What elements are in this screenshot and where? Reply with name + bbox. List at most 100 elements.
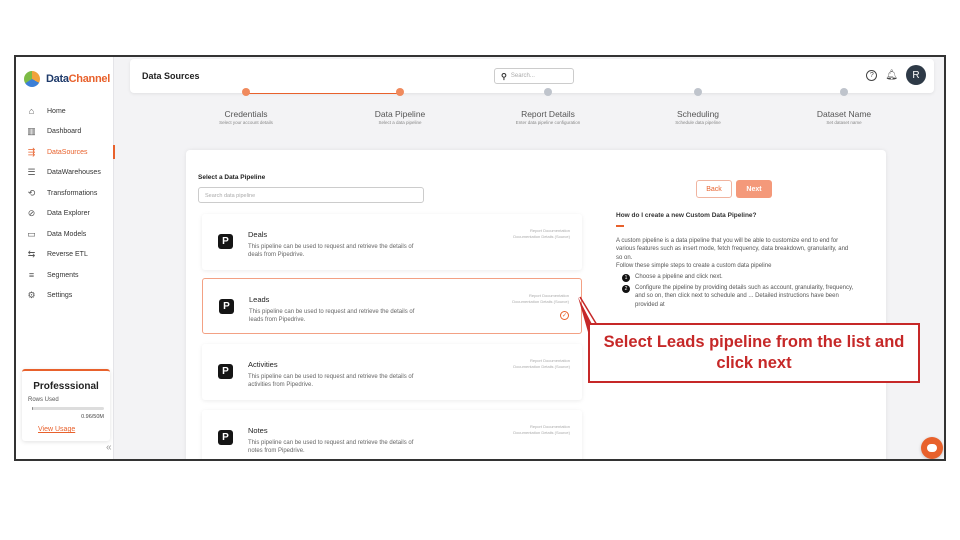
step-indicator [694, 88, 702, 96]
step-text: Configure the pipeline by providing deta… [635, 285, 854, 308]
sidebar-item-segments[interactable]: ≡ Segments [16, 265, 114, 286]
sidebar-item-datasources[interactable]: ⇶ DataSources [16, 142, 115, 163]
collapse-sidebar-icon[interactable]: « [106, 442, 112, 453]
source-documentation-link[interactable]: Documentation Details (Source) [513, 364, 570, 370]
pipeline-selection-card: Select a Data Pipeline Search data pipel… [186, 150, 886, 459]
step-indicator [242, 88, 250, 96]
pipeline-name: Leads [249, 295, 270, 304]
sidebar-item-label: Segments [47, 271, 79, 279]
help-steps: 1 Choose a pipeline and click next. 2 Confi… [616, 273, 856, 309]
pipedrive-logo-icon: P [218, 430, 233, 445]
home-icon: ⌂ [28, 106, 35, 117]
search-input[interactable]: ⚲ Search... [494, 68, 574, 84]
step-indicator [396, 88, 404, 96]
chat-bubble-icon [927, 444, 937, 452]
step-label: Data Pipeline [374, 109, 426, 119]
brand-name: DataChannel [46, 73, 110, 85]
source-documentation-link[interactable]: Documentation Details (Source) [513, 234, 570, 240]
step-label: Credentials [224, 109, 268, 119]
help-body: A custom pipeline is a data pipeline tha… [616, 238, 849, 261]
sidebar-item-transformations[interactable]: ⟲ Transformations [16, 183, 114, 204]
search-icon: ⚲ [501, 71, 507, 81]
step-subtitle: Set dataset name [826, 120, 862, 125]
usage-value: 0.96/50M [81, 414, 104, 420]
instruction-callout: Select Leads pipeline from the list and … [588, 323, 920, 383]
dashboard-icon: ▥ [27, 126, 36, 137]
step-text: Choose a pipeline and click next. [635, 274, 723, 281]
sidebar-item-data-explorer[interactable]: ⊘ Data Explorer [16, 204, 114, 225]
segments-icon: ≡ [28, 270, 35, 281]
transform-icon: ⟲ [27, 187, 36, 198]
models-icon: ▭ [27, 228, 36, 239]
select-pipeline-title: Select a Data Pipeline [198, 174, 266, 181]
datasources-icon: ⇶ [27, 146, 36, 157]
pipeline-card-deals[interactable]: P Deals This pipeline can be used to reque… [202, 214, 582, 270]
pipeline-description: This pipeline can be used to request and… [248, 374, 414, 388]
help-step: 1 Choose a pipeline and click next. [616, 273, 856, 283]
reverse-etl-icon: ⇆ [27, 249, 36, 260]
sidebar-item-data-models[interactable]: ▭ Data Models [16, 224, 114, 245]
sidebar-item-label: DataWarehouses [47, 169, 101, 177]
sidebar-item-dashboard[interactable]: ▥ Dashboard [16, 122, 114, 143]
sidebar-item-label: Reverse ETL [47, 251, 88, 259]
pipeline-description: This pipeline can be used to request and… [249, 309, 415, 323]
settings-icon: ⚙ [27, 290, 36, 301]
help-step: 2 Configure the pipeline by providing det… [616, 284, 856, 309]
plan-card: Professsional Rows Used 0.96/50M View Us… [22, 369, 110, 441]
plan-name: Professsional [33, 381, 99, 392]
usage-bar [32, 407, 104, 410]
notification-bell-icon[interactable]: 🔔︎ [885, 70, 898, 81]
sidebar-item-label: Settings [47, 292, 73, 300]
user-avatar[interactable]: R [906, 65, 926, 85]
step-label: Dataset Name [816, 109, 872, 119]
page-title: Data Sources [142, 71, 200, 81]
source-documentation-link[interactable]: Documentation Details (Source) [512, 299, 569, 305]
source-documentation-link[interactable]: Documentation Details (Source) [513, 430, 570, 436]
pipeline-search-input[interactable]: Search data pipeline [198, 187, 424, 203]
sidebar-item-label: Transformations [47, 189, 98, 197]
back-button[interactable]: Back [696, 180, 732, 198]
pipedrive-logo-icon: P [218, 234, 233, 249]
chat-support-button[interactable] [921, 437, 943, 459]
search-placeholder: Search... [510, 73, 535, 79]
pipeline-docs: Report Documentation Documentation Detail… [512, 293, 569, 305]
pipeline-description: This pipeline can be used to request and… [248, 440, 414, 454]
step-number: 1 [622, 274, 630, 283]
help-panel: How do I create a new Custom Data Pipeli… [616, 212, 856, 309]
usage-bar-fill [32, 407, 34, 410]
sidebar-item-datawarehouses[interactable]: ☰ DataWarehouses [16, 163, 114, 184]
pipeline-name: Notes [248, 426, 268, 435]
sidebar-item-label: DataSources [47, 148, 88, 156]
pipeline-description: This pipeline can be used to request and… [248, 244, 414, 258]
pipeline-name: Activities [248, 360, 278, 369]
help-icon[interactable]: ? [866, 69, 878, 81]
step-label: Report Details [521, 109, 575, 119]
sidebar-item-reverse-etl[interactable]: ⇆ Reverse ETL [16, 245, 114, 266]
selected-check-icon: ✓ [560, 311, 569, 320]
pipeline-card-activities[interactable]: P Activities This pipeline can be used to … [202, 344, 582, 400]
sidebar-nav: ⌂ Home ▥ Dashboard ⇶ DataSources ☰ DataWarehous… [16, 101, 115, 307]
rows-used-label: Rows Used [28, 397, 59, 403]
pipeline-card-leads[interactable]: P Leads This pipeline can be used to reque… [202, 278, 582, 334]
top-header: Data Sources ⚲ Search... ? 🔔︎ R [130, 59, 934, 93]
step-subtitle: Select a data pipeline [378, 120, 422, 125]
next-button[interactable]: Next [736, 180, 772, 198]
pipeline-docs: Report Documentation Documentation Detail… [513, 424, 570, 436]
pipedrive-logo-icon: P [218, 364, 233, 379]
step-subtitle: Enter data pipeline configuration [515, 120, 581, 125]
sidebar: DataChannel ⌂ Home ▥ Dashboard ⇶ DataSources ☰… [16, 57, 115, 459]
datachannel-logo-icon [24, 71, 40, 87]
step-subtitle: Select your account details [219, 120, 273, 125]
sidebar-item-home[interactable]: ⌂ Home [16, 101, 114, 122]
sidebar-item-settings[interactable]: ⚙ Settings [16, 286, 114, 307]
view-usage-link[interactable]: View Usage [38, 426, 104, 433]
sidebar-item-label: Dashboard [47, 128, 82, 136]
brand-logo[interactable]: DataChannel [24, 71, 110, 87]
sidebar-item-label: Home [47, 107, 66, 115]
pipeline-docs: Report Documentation Documentation Detail… [513, 358, 570, 370]
step-indicator [544, 88, 552, 96]
pipeline-card-notes[interactable]: P Notes This pipeline can be used to reque… [202, 410, 582, 459]
pipedrive-logo-icon: P [219, 299, 234, 314]
help-title: How do I create a new Custom Data Pipeli… [616, 212, 757, 219]
pipeline-docs: Report Documentation Documentation Detail… [513, 228, 570, 240]
